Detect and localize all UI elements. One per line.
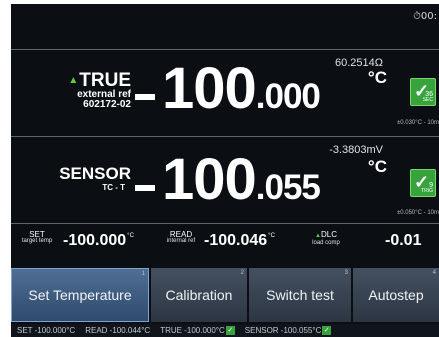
sensor-type: TC - T [102, 183, 125, 192]
sensor-value: 100.055 [162, 147, 321, 212]
dlc-label: ▲DLC load comp [312, 230, 340, 247]
check-icon: ✓ [225, 326, 235, 336]
stability-units: SEC [422, 97, 433, 103]
divider [11, 223, 439, 224]
set-label: SET target temp [21, 230, 53, 245]
sensor-stability-check[interactable]: ✓ 9 TRIG [410, 169, 436, 197]
timer-text: 00: [420, 11, 437, 22]
sensor-tolerance: ±0.050°C - 10m [396, 210, 439, 216]
timer: ⏱00: [413, 11, 437, 22]
minus-sign [135, 94, 155, 100]
divider [11, 49, 439, 50]
switch-test-button[interactable]: Switch test 3 [249, 268, 351, 322]
true-label-block: ▲TRUE external ref 602172-02 [43, 70, 131, 110]
calibration-button[interactable]: Calibration 2 [151, 268, 247, 322]
clock-icon: ⏱ [413, 11, 421, 22]
set-value[interactable]: -100.000°C [63, 232, 134, 250]
true-unit: °C [367, 68, 387, 87]
autostep-button[interactable]: Autostep 4 [353, 268, 439, 322]
true-reading-panel[interactable]: ▲TRUE external ref 602172-02 100.000 60.… [11, 51, 439, 135]
dlc-value: -0.01 [385, 232, 422, 249]
true-tolerance: ±0.030°C - 10m [396, 120, 439, 126]
sensor-label-block: SENSOR TC - T [41, 165, 131, 193]
set-temperature-button[interactable]: Set Temperature 1 [11, 268, 149, 322]
check-icon: ✓ [322, 326, 332, 336]
status-sensor: SENSOR -100.055°C ✓ [244, 325, 332, 336]
status-set: SET -100.000°C [17, 326, 76, 335]
true-label: TRUE [79, 70, 131, 91]
read-value: -100.046°C [204, 232, 275, 249]
true-stability-check[interactable]: ✓ 36 SEC [410, 78, 436, 106]
sensor-raw-reading: -3.3803mV [329, 144, 383, 156]
triangle-up-icon: ▲ [68, 75, 79, 86]
function-buttons: Set Temperature 1 Calibration 2 Switch tes… [11, 268, 439, 322]
sensor-reading-panel[interactable]: SENSOR TC - T 100.055 -3.3803mV °C ✓ 9 T… [11, 137, 439, 221]
sensor-label: SENSOR [59, 164, 131, 183]
instrument-screen: ⏱00: ▲TRUE external ref 602172-02 100.00… [11, 4, 439, 337]
stability-units: TRIG [421, 188, 433, 194]
status-true: TRUE -100.000°C ✓ [160, 325, 235, 336]
info-row: SET target temp -100.000°C READ internal r… [11, 225, 439, 255]
status-read: READ -100.044°C [85, 326, 151, 335]
true-ref-serial: 602172-02 [83, 99, 131, 110]
true-value: 100.000 [162, 56, 321, 121]
read-label: READ internal ref [166, 230, 196, 245]
minus-sign [135, 185, 155, 191]
status-bar: SET -100.000°C READ -100.044°C TRUE -100… [11, 324, 439, 337]
sensor-unit: °C [367, 157, 387, 176]
